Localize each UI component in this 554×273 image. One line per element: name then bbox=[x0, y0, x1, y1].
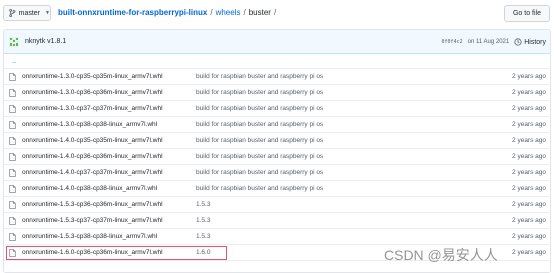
file-row: onnxruntime-1.3.0-cp36-cp36m-linux_armv7… bbox=[4, 85, 550, 101]
breadcrumb-wheels[interactable]: wheels bbox=[216, 8, 241, 17]
history-button[interactable]: History bbox=[514, 38, 546, 46]
commit-message-link[interactable]: build for raspbian buster and raspberry … bbox=[196, 137, 323, 144]
file-icon bbox=[9, 73, 16, 81]
commit-age: 2 years ago bbox=[512, 233, 546, 240]
commit-message-link[interactable]: build for raspbian buster and raspberry … bbox=[196, 73, 323, 80]
breadcrumb-separator: / bbox=[210, 8, 213, 17]
watermark: CSDN @易安人人 bbox=[384, 247, 498, 263]
history-label: History bbox=[524, 38, 546, 46]
file-name-link[interactable]: onnxruntime-1.3.0-cp35-cp35m-linux_armv7… bbox=[22, 73, 163, 80]
file-name-link[interactable]: onnxruntime-1.3.0-cp36-cp36m-linux_armv7… bbox=[22, 89, 163, 96]
commit-age: 2 years ago bbox=[512, 153, 546, 160]
file-name-link[interactable]: onnxruntime-1.4.0-cp38-cp38-linux_armv7l… bbox=[22, 185, 157, 192]
commit-age: 2 years ago bbox=[512, 73, 546, 80]
file-icon bbox=[9, 249, 16, 257]
commit-message-link[interactable]: 1.5.3 bbox=[196, 201, 210, 208]
avatar[interactable] bbox=[9, 36, 19, 47]
breadcrumb-repo[interactable]: built-onnxruntime-for-raspberrypi-linux bbox=[58, 8, 207, 17]
file-name-link[interactable]: onnxruntime-1.3.0-cp37-cp37m-linux_armv7… bbox=[22, 105, 163, 112]
commit-age: 2 years ago bbox=[512, 185, 546, 192]
commit-age: 2 years ago bbox=[512, 89, 546, 96]
file-name-link[interactable]: onnxruntime-1.4.0-cp35-cp35m-linux_armv7… bbox=[22, 137, 163, 144]
breadcrumb: built-onnxruntime-for-raspberrypi-linux … bbox=[58, 8, 276, 17]
branch-select-button[interactable]: master ▼ bbox=[3, 5, 51, 21]
commit-age: 2 years ago bbox=[512, 249, 546, 256]
commit-message-link[interactable]: build for raspbian buster and raspberry … bbox=[196, 121, 323, 128]
breadcrumb-current: buster bbox=[248, 8, 271, 17]
file-row: onnxruntime-1.5.3-cp37-cp37m-linux_armv7… bbox=[4, 213, 550, 229]
commit-age: 2 years ago bbox=[512, 105, 546, 112]
parent-directory-row[interactable]: .. bbox=[4, 54, 550, 69]
file-icon bbox=[9, 185, 16, 193]
file-row: onnxruntime-1.5.3-cp36-cp36m-linux_armv7… bbox=[4, 197, 550, 213]
file-list: nknytk v1.8.1 0f0f4c2 on 11 Aug 2021 His… bbox=[3, 29, 551, 273]
commit-age: 2 years ago bbox=[512, 201, 546, 208]
file-icon bbox=[9, 121, 16, 129]
file-row: onnxruntime-1.3.0-cp35-cp35m-linux_armv7… bbox=[4, 69, 550, 85]
commit-message-link[interactable]: build for raspbian buster and raspberry … bbox=[196, 153, 323, 160]
commit-sha[interactable]: 0f0f4c2 bbox=[442, 39, 463, 45]
commit-age: 2 years ago bbox=[512, 121, 546, 128]
latest-commit-bar: nknytk v1.8.1 0f0f4c2 on 11 Aug 2021 His… bbox=[4, 30, 550, 54]
file-icon bbox=[9, 137, 16, 145]
branch-name: master bbox=[18, 9, 41, 17]
file-row: onnxruntime-1.4.0-cp36-cp36m-linux_armv7… bbox=[4, 149, 550, 165]
chevron-down-icon: ▼ bbox=[45, 10, 50, 16]
commit-age: 2 years ago bbox=[512, 169, 546, 176]
file-name-link[interactable]: onnxruntime-1.5.3-cp36-cp36m-linux_armv7… bbox=[22, 201, 163, 208]
go-to-file-button[interactable]: Go to file bbox=[504, 5, 550, 22]
breadcrumb-separator: / bbox=[273, 8, 277, 17]
commit-age: 2 years ago bbox=[512, 217, 546, 224]
file-name-link[interactable]: onnxruntime-1.3.0-cp38-cp38-linux_armv7l… bbox=[22, 121, 157, 128]
parent-directory-link[interactable]: .. bbox=[12, 58, 16, 65]
commit-message-link[interactable]: build for raspbian buster and raspberry … bbox=[196, 89, 323, 96]
file-icon bbox=[9, 89, 16, 97]
breadcrumb-separator: / bbox=[243, 8, 246, 17]
commit-date: on 11 Aug 2021 bbox=[467, 39, 510, 45]
file-row: onnxruntime-1.3.0-cp38-cp38-linux_armv7l… bbox=[4, 117, 550, 133]
file-icon bbox=[9, 233, 16, 241]
file-icon bbox=[9, 105, 16, 113]
file-row: onnxruntime-1.4.0-cp37-cp37m-linux_armv7… bbox=[4, 165, 550, 181]
commit-message-link[interactable]: 1.6.0 bbox=[196, 249, 210, 256]
file-icon bbox=[9, 169, 16, 177]
file-row: onnxruntime-1.4.0-cp35-cp35m-linux_armv7… bbox=[4, 133, 550, 149]
file-name-link[interactable]: onnxruntime-1.5.3-cp37-cp37m-linux_armv7… bbox=[22, 217, 163, 224]
commit-age: 2 years ago bbox=[512, 137, 546, 144]
file-icon bbox=[9, 217, 16, 225]
clock-icon bbox=[514, 38, 522, 46]
file-name-link[interactable]: onnxruntime-1.5.3-cp38-cp38-linux_armv7l… bbox=[22, 233, 157, 240]
branch-icon bbox=[9, 9, 16, 17]
file-icon bbox=[9, 201, 16, 209]
commit-author[interactable]: nknytk v1.8.1 bbox=[25, 38, 66, 45]
file-row: onnxruntime-1.3.0-cp37-cp37m-linux_armv7… bbox=[4, 101, 550, 117]
file-name-link[interactable]: onnxruntime-1.4.0-cp36-cp36m-linux_armv7… bbox=[22, 153, 163, 160]
top-bar: master ▼ built-onnxruntime-for-raspberry… bbox=[0, 0, 554, 28]
commit-message-link[interactable]: build for raspbian buster and raspberry … bbox=[196, 169, 323, 176]
file-name-link[interactable]: onnxruntime-1.6.0-cp36-cp36m-linux_armv7… bbox=[22, 249, 163, 256]
commit-message-link[interactable]: build for raspbian buster and raspberry … bbox=[196, 185, 323, 192]
file-icon bbox=[9, 153, 16, 161]
commit-message-link[interactable]: 1.5.3 bbox=[196, 233, 210, 240]
file-name-link[interactable]: onnxruntime-1.4.0-cp37-cp37m-linux_armv7… bbox=[22, 169, 163, 176]
file-row: onnxruntime-1.4.0-cp38-cp38-linux_armv7l… bbox=[4, 181, 550, 197]
file-row: onnxruntime-1.5.3-cp38-cp38-linux_armv7l… bbox=[4, 229, 550, 245]
commit-message-link[interactable]: 1.5.3 bbox=[196, 217, 210, 224]
commit-message-link[interactable]: build for raspbian buster and raspberry … bbox=[196, 105, 323, 112]
commit-meta: 0f0f4c2 on 11 Aug 2021 History bbox=[442, 30, 546, 54]
